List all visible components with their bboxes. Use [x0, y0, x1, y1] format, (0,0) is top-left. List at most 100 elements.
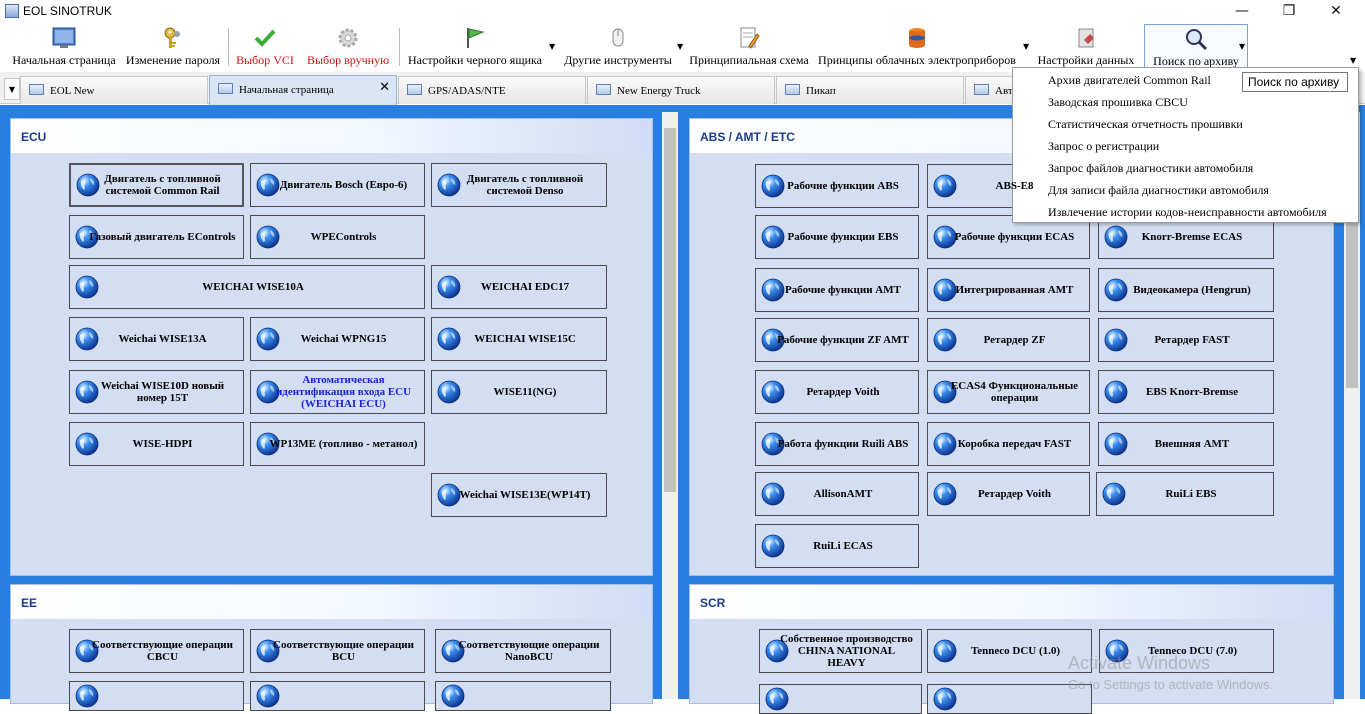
- window-title: EOL SINOTRUK: [23, 4, 112, 18]
- abs-button[interactable]: ECAS4 Функциональные операции: [927, 370, 1090, 414]
- abs-button[interactable]: AllisonAMT: [755, 472, 919, 516]
- ecu-button[interactable]: Газовый двигатель EControls: [69, 215, 244, 259]
- toolbar-separator: [399, 28, 400, 66]
- abs-button[interactable]: Ретардер Voith: [755, 370, 919, 414]
- eraser-icon: [1078, 28, 1094, 48]
- menu-item-fault-code-history[interactable]: Извлечение истории кодов-неисправности а…: [1048, 205, 1327, 220]
- tab-eol-new[interactable]: EOL New: [20, 76, 208, 104]
- globe-icon: [1104, 225, 1128, 249]
- abs-button[interactable]: Интегрированная AMT: [927, 268, 1090, 312]
- tab-gps-adas[interactable]: GPS/ADAS/NTE: [398, 76, 586, 104]
- globe-icon: [256, 173, 280, 197]
- globe-icon: [765, 687, 789, 711]
- ecu-button[interactable]: WPEControls: [250, 215, 425, 259]
- select-manual-button[interactable]: Выбор вручную: [302, 24, 394, 68]
- ecu-button[interactable]: Weichai WISE13A: [69, 317, 244, 361]
- ecu-button[interactable]: WP13ME (топливо - метанол): [250, 422, 425, 466]
- abs-button[interactable]: Ретардер ZF: [927, 318, 1090, 362]
- abs-button[interactable]: Видеокамера (Hengrun): [1098, 268, 1274, 312]
- globe-icon: [437, 483, 461, 507]
- ecu-button[interactable]: Двигатель с топливной системой Denso: [431, 163, 607, 207]
- globe-icon: [256, 684, 280, 708]
- ecu-button[interactable]: Двигатель с топливной системой Common Ra…: [69, 163, 244, 207]
- ee-button[interactable]: [69, 681, 244, 711]
- toolbar-overflow-arrow[interactable]: ▼: [1350, 56, 1356, 65]
- menu-item-registration-query[interactable]: Запрос о регистрации: [1048, 139, 1159, 154]
- select-vci-button[interactable]: Выбор VCI: [234, 24, 296, 68]
- menu-item-diagnostic-file-record[interactable]: Для записи файла диагностики автомобиля: [1048, 183, 1269, 198]
- ee-button[interactable]: [250, 681, 425, 711]
- tab-new-energy-truck[interactable]: New Energy Truck: [587, 76, 775, 104]
- ecu-button[interactable]: Weichai WPNG15: [250, 317, 425, 361]
- abs-button[interactable]: Рабочие функции EBS: [755, 215, 919, 259]
- globe-icon: [761, 534, 785, 558]
- globe-icon: [761, 482, 785, 506]
- menu-item-cbcu-firmware[interactable]: Заводская прошивка CBCU: [1048, 95, 1188, 110]
- ee-panel-header: EE: [11, 585, 652, 619]
- activation-watermark-hint: Go to Settings to activate Windows.: [1068, 677, 1274, 692]
- tab-close-icon[interactable]: ✕: [379, 80, 390, 95]
- abs-button[interactable]: Ретардер FAST: [1098, 318, 1274, 362]
- ecu-button[interactable]: Двигатель Bosch (Евро-6): [250, 163, 425, 207]
- ecu-button[interactable]: WEICHAI WISE15C: [431, 317, 607, 361]
- app-icon: [5, 4, 19, 18]
- home-button[interactable]: Начальная страница: [10, 24, 118, 68]
- abs-button[interactable]: RuiLi EBS: [1096, 472, 1274, 516]
- globe-icon: [933, 174, 957, 198]
- schematic-button[interactable]: Принципиальная схема: [689, 24, 809, 68]
- gear-icon: [338, 28, 358, 48]
- abs-button[interactable]: Ретардер Voith: [927, 472, 1090, 516]
- database-icon: [909, 28, 925, 48]
- blackbox-settings-button[interactable]: Настройки черного ящика: [405, 24, 545, 68]
- blackbox-dropdown-arrow[interactable]: ▼: [549, 42, 555, 51]
- tab-home[interactable]: Начальная страница ✕: [209, 75, 397, 105]
- abs-button[interactable]: Рабочие функции AMT: [755, 268, 919, 312]
- menu-item-firmware-stats[interactable]: Статистическая отчетность прошивки: [1048, 117, 1243, 132]
- ecu-button[interactable]: WEICHAI WISE10A: [69, 265, 425, 309]
- globe-icon: [441, 684, 465, 708]
- ecu-button[interactable]: WISE-HDPI: [69, 422, 244, 466]
- ecu-button[interactable]: WISE11(NG): [431, 370, 607, 414]
- ecu-button[interactable]: Автоматическая идентификация входа ECU (…: [250, 370, 425, 414]
- tab-icon: [407, 84, 422, 95]
- tab-list-dropdown[interactable]: ▼: [4, 78, 20, 100]
- cloud-dropdown-arrow[interactable]: ▼: [1023, 42, 1029, 51]
- ee-button[interactable]: Соответствующие операции CBCU: [69, 629, 244, 673]
- abs-button[interactable]: EBS Knorr-Bremse: [1098, 370, 1274, 414]
- menu-item-diagnostic-files-query[interactable]: Запрос файлов диагностики автомобиля: [1048, 161, 1253, 176]
- minimize-button[interactable]: —: [1219, 0, 1265, 22]
- abs-button[interactable]: RuiLi ECAS: [755, 524, 919, 568]
- toolbar-separator: [228, 28, 229, 66]
- archive-search-dropdown-arrow[interactable]: ▼: [1239, 42, 1245, 51]
- cloud-principles-button[interactable]: Принципы облачных электроприборов: [814, 24, 1020, 68]
- scr-button[interactable]: [759, 684, 922, 714]
- ee-panel-title: EE: [21, 596, 38, 610]
- menu-item-common-rail-archive[interactable]: Архив двигателей Common Rail: [1048, 73, 1211, 88]
- change-password-button[interactable]: Изменение пароля: [123, 24, 223, 68]
- ecu-button[interactable]: WEICHAI EDC17: [431, 265, 607, 309]
- globe-icon: [933, 482, 957, 506]
- data-settings-button[interactable]: Настройки данных: [1036, 24, 1136, 68]
- globe-icon: [437, 327, 461, 351]
- ee-button[interactable]: Соответствующие операции NanoBCU: [435, 629, 611, 673]
- abs-button[interactable]: Рабочие функции ABS: [755, 164, 919, 208]
- ee-button[interactable]: Соответствующие операции BCU: [250, 629, 425, 673]
- abs-button[interactable]: Внешняя AMT: [1098, 422, 1274, 466]
- abs-button[interactable]: Работа функции Ruili ABS: [755, 422, 919, 466]
- ee-button[interactable]: [435, 681, 611, 711]
- tab-icon: [785, 84, 800, 95]
- ecu-button[interactable]: Weichai WISE13E(WP14T): [431, 473, 607, 517]
- globe-icon: [933, 639, 957, 663]
- abs-button[interactable]: Рабочие функции ZF AMT: [755, 318, 919, 362]
- left-scrollbar[interactable]: [662, 112, 678, 699]
- close-window-button[interactable]: ✕: [1313, 0, 1359, 22]
- ecu-button[interactable]: Weichai WISE10D новый номер 15T: [69, 370, 244, 414]
- abs-button[interactable]: Коробка передач FAST: [927, 422, 1090, 466]
- archive-search-button[interactable]: Поиск по архиву: [1144, 24, 1248, 68]
- globe-icon: [75, 432, 99, 456]
- other-tools-dropdown-arrow[interactable]: ▼: [677, 42, 683, 51]
- maximize-button[interactable]: ❐: [1266, 0, 1312, 22]
- scr-button[interactable]: Собственное производство CHINA NATIONAL …: [759, 629, 922, 673]
- tab-pickup[interactable]: Пикап: [776, 76, 964, 104]
- other-tools-button[interactable]: Другие инструменты: [561, 24, 675, 68]
